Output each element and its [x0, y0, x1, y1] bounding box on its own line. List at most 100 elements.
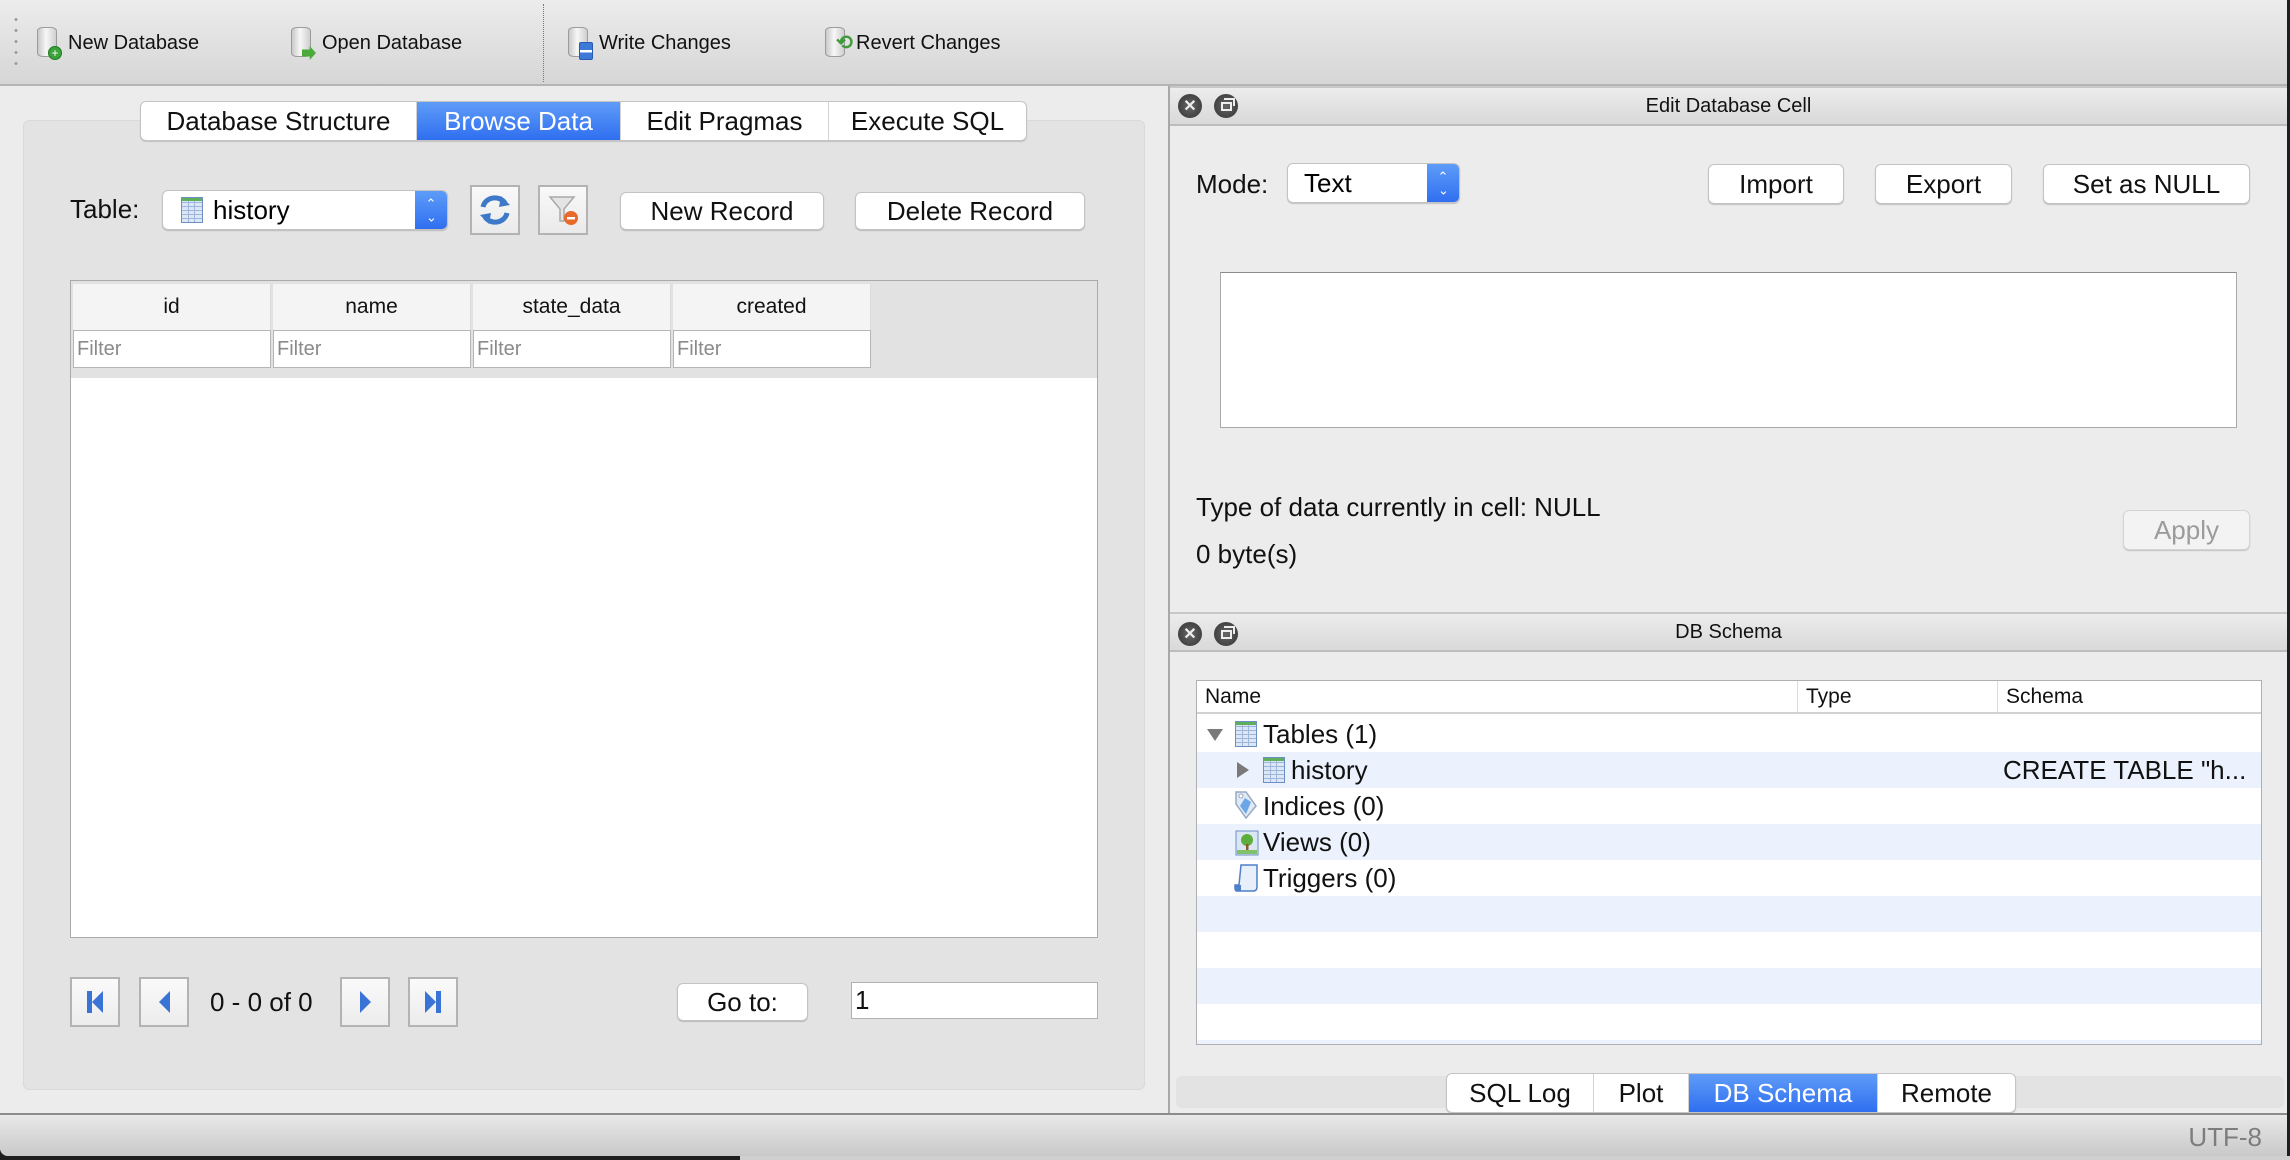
view-picture-icon [1235, 830, 1259, 856]
data-grid[interactable]: id name state_data created [70, 280, 1098, 938]
record-range: 0 - 0 of 0 [210, 987, 313, 1017]
column-header-state-data[interactable]: state_data [473, 284, 671, 330]
next-icon [359, 991, 371, 1013]
last-page-button[interactable] [408, 977, 458, 1027]
tree-item-name: Indices (0) [1263, 790, 1385, 821]
cell-type-text: Type of data currently in cell: NULL [1196, 492, 1601, 522]
edit-cell-float-button[interactable] [1214, 94, 1238, 118]
chevron-updown-icon: ⌃ ⌃ [415, 191, 447, 229]
cell-size-text: 0 byte(s) [1196, 539, 1298, 569]
write-changes-icon [565, 26, 595, 60]
float-window-icon [1220, 625, 1235, 639]
edit-cell-title-bar: Edit Database Cell [1170, 86, 2287, 126]
tree-row-tables[interactable]: Tables (1) [1197, 716, 2261, 752]
column-header-name[interactable]: name [273, 284, 471, 330]
toolbar: + New Database Open Database Write Chang… [0, 0, 2287, 86]
first-page-button[interactable] [70, 977, 120, 1027]
expand-right-icon[interactable] [1237, 762, 1249, 778]
tab-remote[interactable]: Remote [1878, 1074, 2015, 1112]
filter-name[interactable] [273, 330, 471, 368]
import-button[interactable]: Import [1708, 164, 1844, 204]
table-label: Table: [70, 194, 140, 224]
trigger-scroll-icon [1234, 864, 1258, 892]
dock-tab-bar: SQL Log Plot DB Schema Remote [1446, 1073, 2016, 1113]
new-record-button[interactable]: New Record [620, 192, 824, 230]
revert-changes-icon: ⟲ [822, 26, 853, 60]
apply-button[interactable]: Apply [2123, 510, 2250, 550]
tree-row-indices[interactable]: Indices (0) [1197, 788, 2261, 824]
goto-button[interactable]: Go to: [677, 983, 808, 1021]
write-changes-button[interactable]: Write Changes [565, 24, 731, 62]
filter-id[interactable] [73, 330, 271, 368]
goto-input-field[interactable] [855, 985, 1097, 1016]
chevron-updown-icon: ⌃ ⌃ [1427, 164, 1459, 202]
db-schema-close-button[interactable]: ✕ [1178, 622, 1202, 646]
schema-tree[interactable]: Name Type Schema Tables (1) history CREA… [1196, 680, 2262, 1045]
encoding-indicator: UTF-8 [2188, 1122, 2262, 1152]
previous-page-button[interactable] [139, 977, 189, 1027]
grid-header: id name state_data created [71, 281, 1097, 378]
toolbar-separator [543, 4, 544, 82]
db-schema-title: DB Schema [1675, 620, 1782, 643]
tab-plot[interactable]: Plot [1594, 1074, 1689, 1112]
goto-input[interactable] [851, 982, 1098, 1019]
header-name[interactable]: Name [1197, 681, 1797, 712]
filter-state-data[interactable] [473, 330, 671, 368]
column-header-id[interactable]: id [73, 284, 271, 330]
close-icon: ✕ [1183, 98, 1197, 115]
column-header-created[interactable]: created [673, 284, 871, 330]
delete-record-button[interactable]: Delete Record [855, 192, 1085, 230]
first-page-icon [87, 991, 103, 1013]
table-icon [1235, 721, 1257, 747]
cell-editor-textarea[interactable] [1221, 273, 2236, 427]
toolbar-grip[interactable] [14, 14, 18, 70]
main-window: + New Database Open Database Write Chang… [0, 0, 2287, 1156]
refresh-button[interactable] [470, 185, 520, 235]
tab-database-structure[interactable]: Database Structure [141, 102, 417, 140]
schema-tree-header: Name Type Schema [1197, 681, 2261, 714]
tab-edit-pragmas[interactable]: Edit Pragmas [621, 102, 829, 140]
export-button[interactable]: Export [1875, 164, 2012, 204]
tree-row-history[interactable]: history CREATE TABLE "h... [1197, 752, 2261, 788]
set-null-button[interactable]: Set as NULL [2043, 164, 2250, 204]
tree-row-empty [1197, 968, 2261, 1004]
tree-row-triggers[interactable]: Triggers (0) [1197, 860, 2261, 896]
filter-created-input[interactable] [677, 337, 870, 361]
expand-down-icon[interactable] [1207, 729, 1223, 741]
tab-browse-data[interactable]: Browse Data [417, 102, 621, 140]
tab-db-schema[interactable]: DB Schema [1689, 1074, 1878, 1112]
cell-editor[interactable] [1220, 272, 2237, 428]
tree-row-empty [1197, 896, 2261, 932]
new-database-button[interactable]: + New Database [34, 24, 199, 62]
table-icon [181, 197, 203, 223]
tab-execute-sql[interactable]: Execute SQL [829, 102, 1026, 140]
status-bar: UTF-8 [0, 1113, 2287, 1156]
header-schema[interactable]: Schema [1997, 681, 2261, 712]
filter-id-input[interactable] [77, 337, 270, 361]
db-schema-float-button[interactable] [1214, 622, 1238, 646]
revert-changes-button[interactable]: ⟲ Revert Changes [822, 24, 1001, 62]
tree-row-empty [1197, 932, 2261, 968]
tree-row-views[interactable]: Views (0) [1197, 824, 2261, 860]
refresh-icon [480, 195, 510, 225]
table-icon [1263, 757, 1285, 783]
tree-row-empty [1197, 1040, 2261, 1044]
header-type[interactable]: Type [1797, 681, 1997, 712]
table-select[interactable]: history ⌃ ⌃ [162, 190, 448, 230]
tab-sql-log[interactable]: SQL Log [1447, 1074, 1594, 1112]
clear-filters-button[interactable] [538, 185, 588, 235]
index-tag-icon [1235, 791, 1257, 820]
mode-select[interactable]: Text ⌃ ⌃ [1287, 163, 1460, 203]
tree-item-name: Triggers (0) [1263, 862, 1397, 893]
last-page-icon [425, 991, 441, 1013]
next-page-button[interactable] [340, 977, 390, 1027]
tree-row-empty [1197, 1004, 2261, 1040]
open-database-button[interactable]: Open Database [288, 24, 462, 62]
tree-item-name: Tables (1) [1263, 718, 1378, 749]
edit-cell-close-button[interactable]: ✕ [1178, 94, 1202, 118]
filter-created[interactable] [673, 330, 871, 368]
filter-name-input[interactable] [277, 337, 470, 361]
background-window-edge [740, 1156, 2290, 1160]
filter-state-data-input[interactable] [477, 337, 670, 361]
tree-item-name: history [1291, 754, 1368, 785]
